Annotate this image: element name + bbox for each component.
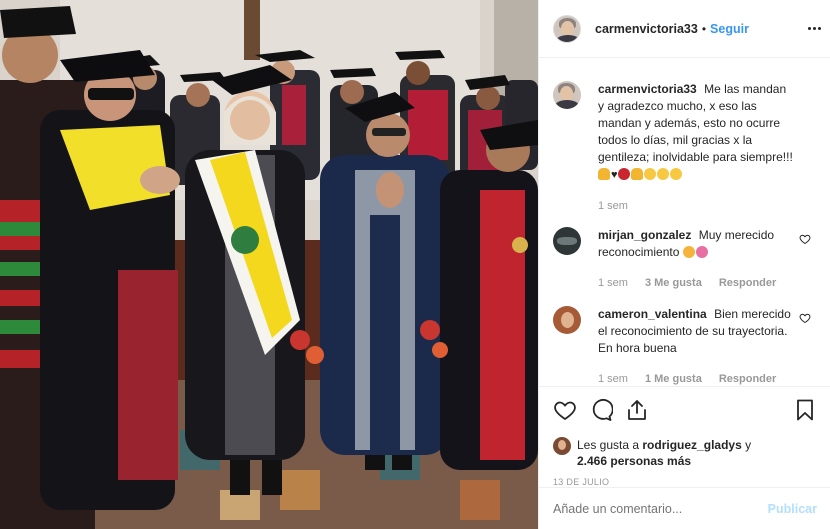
comment-meta: 1 sem 3 Me gusta Responder: [598, 275, 795, 292]
smiling-face-emoji-icon: [643, 168, 656, 180]
comment-time[interactable]: 1 sem: [598, 371, 628, 385]
reply-button[interactable]: Responder: [719, 371, 776, 385]
comments-list[interactable]: carmenvictoria33 Me las mandan y agradez…: [539, 59, 830, 385]
comment-like-heart-icon[interactable]: [799, 233, 811, 245]
flower-emoji-icon: [695, 246, 708, 258]
comment-time[interactable]: 1 sem: [598, 198, 628, 215]
ceremony-photo: [0, 0, 538, 529]
comment-item: cameron_valentina Bien merecido el recon…: [553, 306, 817, 385]
smiling-face-emoji-icon: [669, 168, 682, 180]
separator-dot: •: [701, 21, 707, 36]
reply-button[interactable]: Responder: [719, 275, 776, 292]
heart-icon[interactable]: [553, 398, 577, 422]
post-header: carmenvictoria33 • Seguir: [539, 0, 830, 58]
comment-meta: 1 sem: [598, 198, 795, 215]
likes-count[interactable]: 2.466 personas más: [577, 454, 691, 468]
likes-summary: Les gusta a rodriguez_gladys y 2.466 per…: [553, 437, 817, 469]
likes-prefix: Les gusta a: [577, 438, 640, 452]
praying-hands-emoji-icon: [598, 168, 610, 180]
comment-item: mirjan_gonzalez Muy merecido reconocimie…: [553, 227, 817, 292]
commenter-avatar[interactable]: [553, 227, 581, 255]
add-comment-bar: Publicar: [539, 487, 830, 529]
post-date[interactable]: 13 DE JULIO: [553, 477, 817, 487]
comment-username[interactable]: cameron_valentina: [598, 307, 707, 321]
comment-meta: 1 sem 1 Me gusta Responder: [598, 371, 795, 385]
commenter-avatar[interactable]: [553, 306, 581, 334]
post-actions: Les gusta a rodriguez_gladys y 2.466 per…: [539, 386, 830, 487]
follow-button[interactable]: Seguir: [710, 22, 749, 36]
comment-like-heart-icon[interactable]: [799, 312, 811, 324]
rose-emoji-icon: [617, 168, 630, 180]
comment-likes[interactable]: 3 Me gusta: [645, 275, 702, 292]
praying-hands-emoji-icon: [630, 168, 643, 180]
liker-username[interactable]: rodriguez_gladys: [642, 438, 741, 452]
heart-emoji-icon: ♥: [611, 169, 618, 181]
comment-likes[interactable]: 1 Me gusta: [645, 371, 702, 385]
smiling-face-emoji-icon: [656, 168, 669, 180]
blushing-face-emoji-icon: [682, 246, 695, 258]
caption-comment: carmenvictoria33 Me las mandan y agradez…: [553, 81, 817, 215]
comment-username[interactable]: mirjan_gonzalez: [598, 228, 691, 242]
comment-time[interactable]: 1 sem: [598, 275, 628, 292]
more-options-icon[interactable]: [805, 19, 823, 37]
share-icon[interactable]: [625, 398, 649, 422]
comment-input[interactable]: [553, 501, 768, 516]
bookmark-icon[interactable]: [793, 398, 817, 422]
liker-avatar[interactable]: [553, 437, 571, 455]
emoji-row: ♥: [598, 167, 683, 181]
author-username[interactable]: carmenvictoria33: [595, 22, 698, 36]
likes-conj: y: [745, 438, 752, 452]
action-icons: [553, 397, 817, 423]
post-photo[interactable]: [0, 0, 538, 529]
publish-button[interactable]: Publicar: [768, 502, 817, 516]
author-avatar[interactable]: [553, 81, 581, 109]
comment-username[interactable]: carmenvictoria33: [598, 82, 697, 96]
author-avatar[interactable]: [553, 14, 581, 43]
post-sidebar: carmenvictoria33 • Seguir carmenvictoria…: [538, 0, 830, 529]
comment-bubble-icon[interactable]: [589, 398, 613, 422]
